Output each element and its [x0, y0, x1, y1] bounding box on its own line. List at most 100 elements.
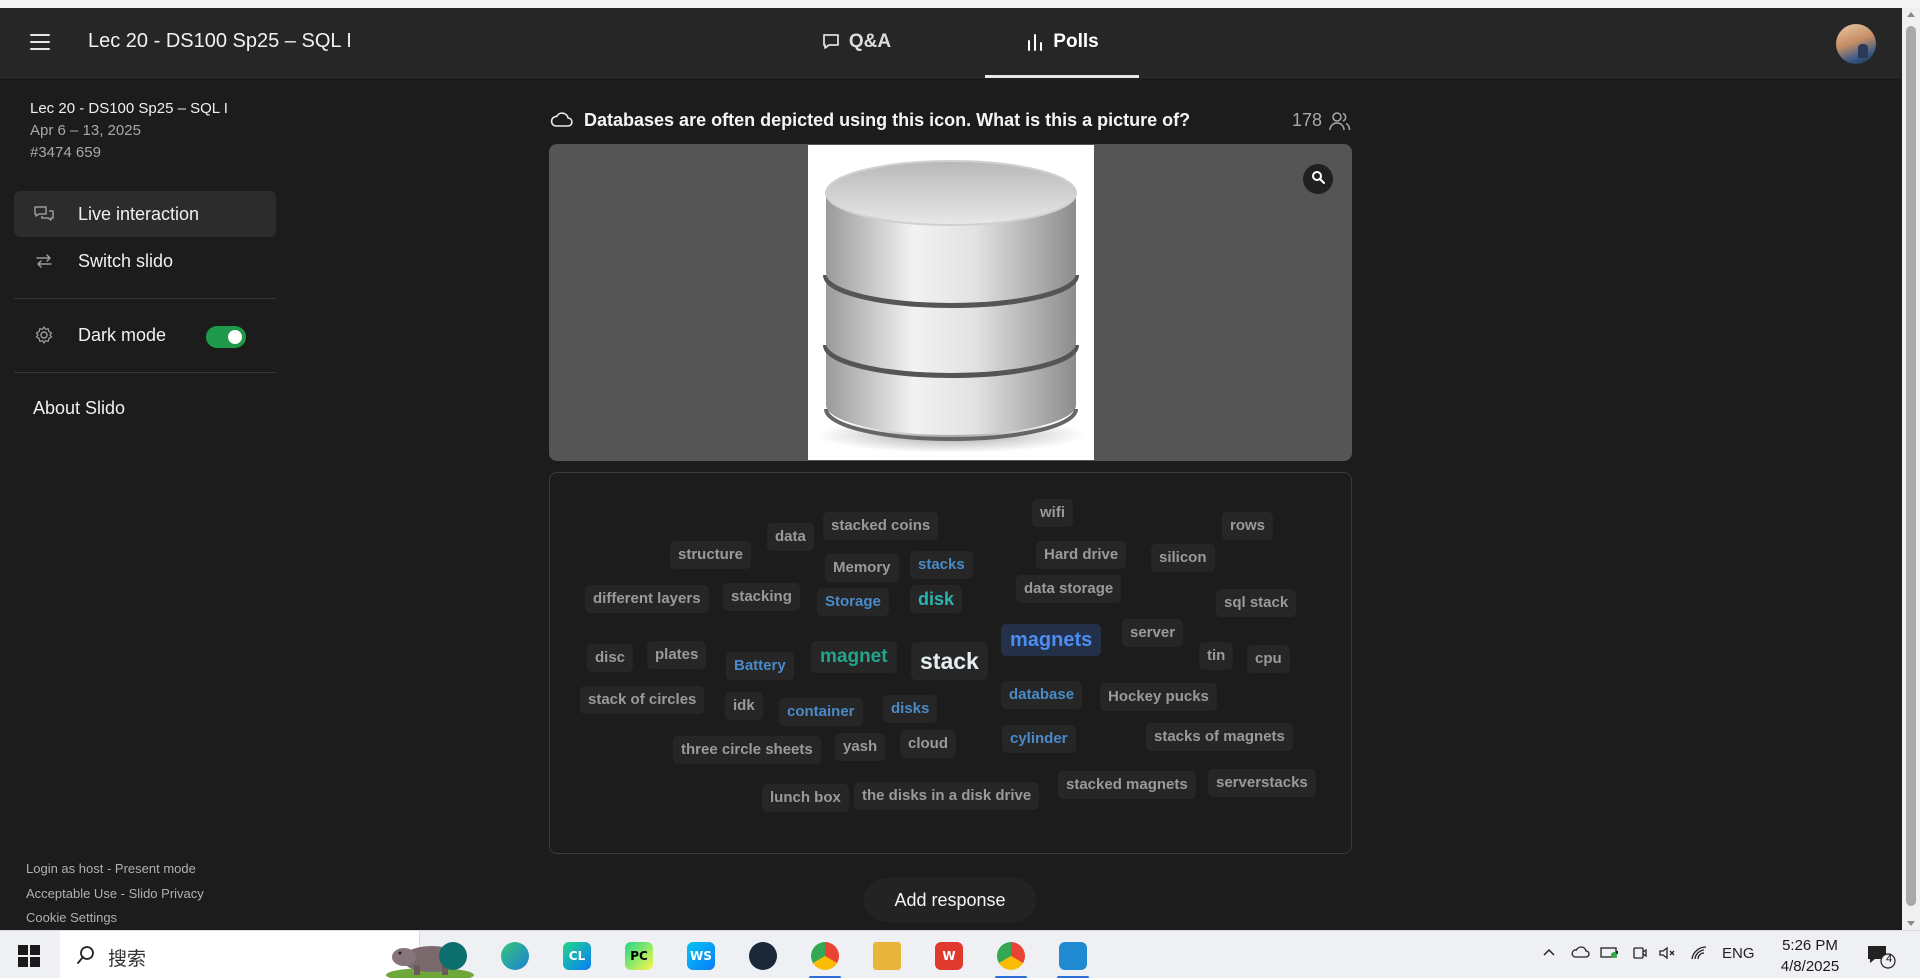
sidebar-item-live-interaction[interactable]: Live interaction — [14, 191, 276, 237]
system-clock[interactable]: 5:26 PM 4/8/2025 — [1762, 935, 1858, 977]
menu-icon[interactable] — [30, 34, 50, 50]
word-cloud-item: data — [767, 523, 814, 551]
word-cloud-item: sql stack — [1216, 589, 1297, 617]
wifi-icon[interactable] — [1690, 945, 1708, 965]
wps-office-icon[interactable]: W — [927, 937, 971, 975]
sidebar-item-switch-slido[interactable]: Switch slido — [14, 238, 276, 284]
sidebar: Lec 20 - DS100 Sp25 – SQL I Apr 6 – 13, … — [0, 78, 290, 930]
word-cloud-item: stack — [911, 642, 988, 680]
notification-center-icon[interactable]: 4 — [1866, 943, 1896, 969]
pycharm-icon[interactable]: PC — [617, 937, 661, 975]
slido-privacy-link[interactable]: Slido Privacy — [129, 886, 204, 901]
cloud-icon — [550, 112, 574, 133]
word-cloud-item: yash — [835, 733, 886, 761]
word-cloud-item: disk — [910, 585, 963, 613]
tab-polls[interactable]: Polls — [985, 8, 1139, 78]
folder-glyph — [873, 942, 901, 970]
scroll-thumb[interactable] — [1906, 26, 1916, 906]
sidebar-divider — [14, 298, 276, 299]
gear-icon — [32, 325, 56, 345]
steam-icon[interactable] — [741, 937, 785, 975]
clion-icon[interactable]: CL — [555, 937, 599, 975]
word-cloud-item: stacked coins — [823, 512, 939, 540]
acceptable-use-link[interactable]: Acceptable Use — [26, 886, 117, 901]
footer-links-row-3: Cookie Settings — [26, 910, 117, 925]
bar-chart-icon — [1025, 32, 1045, 52]
word-cloud-item: lunch box — [762, 784, 849, 812]
word-cloud-item: stacks of magnets — [1146, 723, 1293, 751]
poll-image-frame — [549, 144, 1352, 461]
present-mode-link[interactable]: Present mode — [115, 861, 196, 876]
word-cloud-item: wifi — [1032, 499, 1073, 527]
chrome-glyph — [811, 942, 839, 970]
word-cloud-item: database — [1001, 681, 1083, 709]
webstorm-glyph: WS — [687, 942, 715, 970]
footer-links-row-2: Acceptable Use - Slido Privacy — [26, 886, 204, 901]
word-cloud-item: data storage — [1016, 575, 1122, 603]
word-cloud-item: three circle sheets — [673, 736, 821, 764]
chat-bubble-icon — [821, 32, 841, 52]
vscode-icon[interactable] — [1051, 937, 1095, 978]
webstorm-icon[interactable]: WS — [679, 937, 723, 975]
brain-app-glyph — [439, 942, 467, 970]
dark-mode-toggle[interactable] — [206, 326, 246, 348]
word-cloud-item: idk — [725, 692, 763, 720]
sidebar-event-name: Lec 20 - DS100 Sp25 – SQL I — [30, 100, 228, 117]
event-title: Lec 20 - DS100 Sp25 – SQL I — [88, 30, 352, 52]
word-cloud-item: cpu — [1247, 645, 1290, 673]
scroll-up-arrow-icon[interactable] — [1907, 12, 1915, 17]
word-cloud-item: silicon — [1151, 544, 1215, 572]
page-scrollbar[interactable] — [1902, 8, 1920, 930]
word-cloud-item: cloud — [900, 730, 956, 758]
footer-separator: - — [117, 886, 129, 901]
word-cloud-item: stacks — [910, 551, 973, 579]
word-cloud-item: Storage — [817, 588, 889, 616]
word-cloud-item: Memory — [825, 554, 899, 582]
tab-polls-label: Polls — [1053, 30, 1099, 52]
brain-app-icon[interactable] — [431, 937, 475, 975]
windows-start-icon[interactable] — [18, 945, 40, 967]
word-cloud-item: rows — [1222, 512, 1274, 540]
steam-glyph — [749, 942, 777, 970]
add-response-button[interactable]: Add response — [864, 878, 1036, 922]
meet-now-icon[interactable] — [1632, 945, 1648, 965]
word-cloud-item: tin — [1199, 642, 1234, 670]
chrome-icon[interactable] — [803, 937, 847, 978]
zoom-image-button[interactable] — [1303, 164, 1333, 194]
notification-count: 4 — [1885, 953, 1893, 965]
word-cloud: wifi rows data stacked coins structure H… — [549, 472, 1352, 854]
taskbar-search-box[interactable]: 搜索 — [60, 931, 474, 978]
word-cloud-item: serverstacks — [1208, 769, 1316, 797]
tab-qa-label: Q&A — [848, 31, 892, 52]
word-cloud-item: stack of circles — [580, 686, 705, 714]
word-cloud-item: cylinder — [1002, 725, 1076, 753]
avatar[interactable] — [1836, 24, 1876, 64]
word-cloud-item: the disks in a disk drive — [854, 782, 1040, 810]
input-language[interactable]: ENG — [1722, 945, 1755, 962]
sidebar-event-dates: Apr 6 – 13, 2025 — [30, 122, 141, 139]
battery-icon[interactable] — [1600, 945, 1620, 963]
login-as-host-link[interactable]: Login as host — [26, 861, 103, 876]
chat-bubbles-icon — [32, 205, 56, 223]
chrome-profile-icon[interactable] — [989, 937, 1033, 978]
sidebar-item-label: Live interaction — [78, 203, 200, 224]
chevron-up-icon[interactable] — [1542, 945, 1556, 963]
word-cloud-item: container — [779, 698, 863, 726]
edge-browser-icon[interactable] — [493, 937, 537, 975]
tab-qa[interactable]: Q&A — [800, 8, 912, 76]
scroll-down-arrow-icon[interactable] — [1907, 921, 1915, 926]
swap-arrows-icon — [32, 253, 56, 269]
cookie-settings-link[interactable]: Cookie Settings — [26, 910, 117, 925]
clion-glyph: CL — [563, 942, 591, 970]
onedrive-cloud-icon[interactable] — [1570, 945, 1590, 963]
word-cloud-item: disc — [587, 644, 634, 672]
vscode-glyph — [1059, 942, 1087, 970]
about-slido-link[interactable]: About Slido — [33, 398, 125, 419]
database-cylinder-icon — [808, 145, 1094, 460]
speaker-muted-icon[interactable] — [1658, 945, 1676, 965]
sidebar-item-label: Switch slido — [78, 250, 174, 271]
word-cloud-item: different layers — [585, 585, 709, 613]
file-explorer-icon[interactable] — [865, 937, 909, 975]
poll-question: Databases are often depicted using this … — [584, 110, 1191, 130]
word-cloud-item: stacked magnets — [1058, 771, 1196, 799]
